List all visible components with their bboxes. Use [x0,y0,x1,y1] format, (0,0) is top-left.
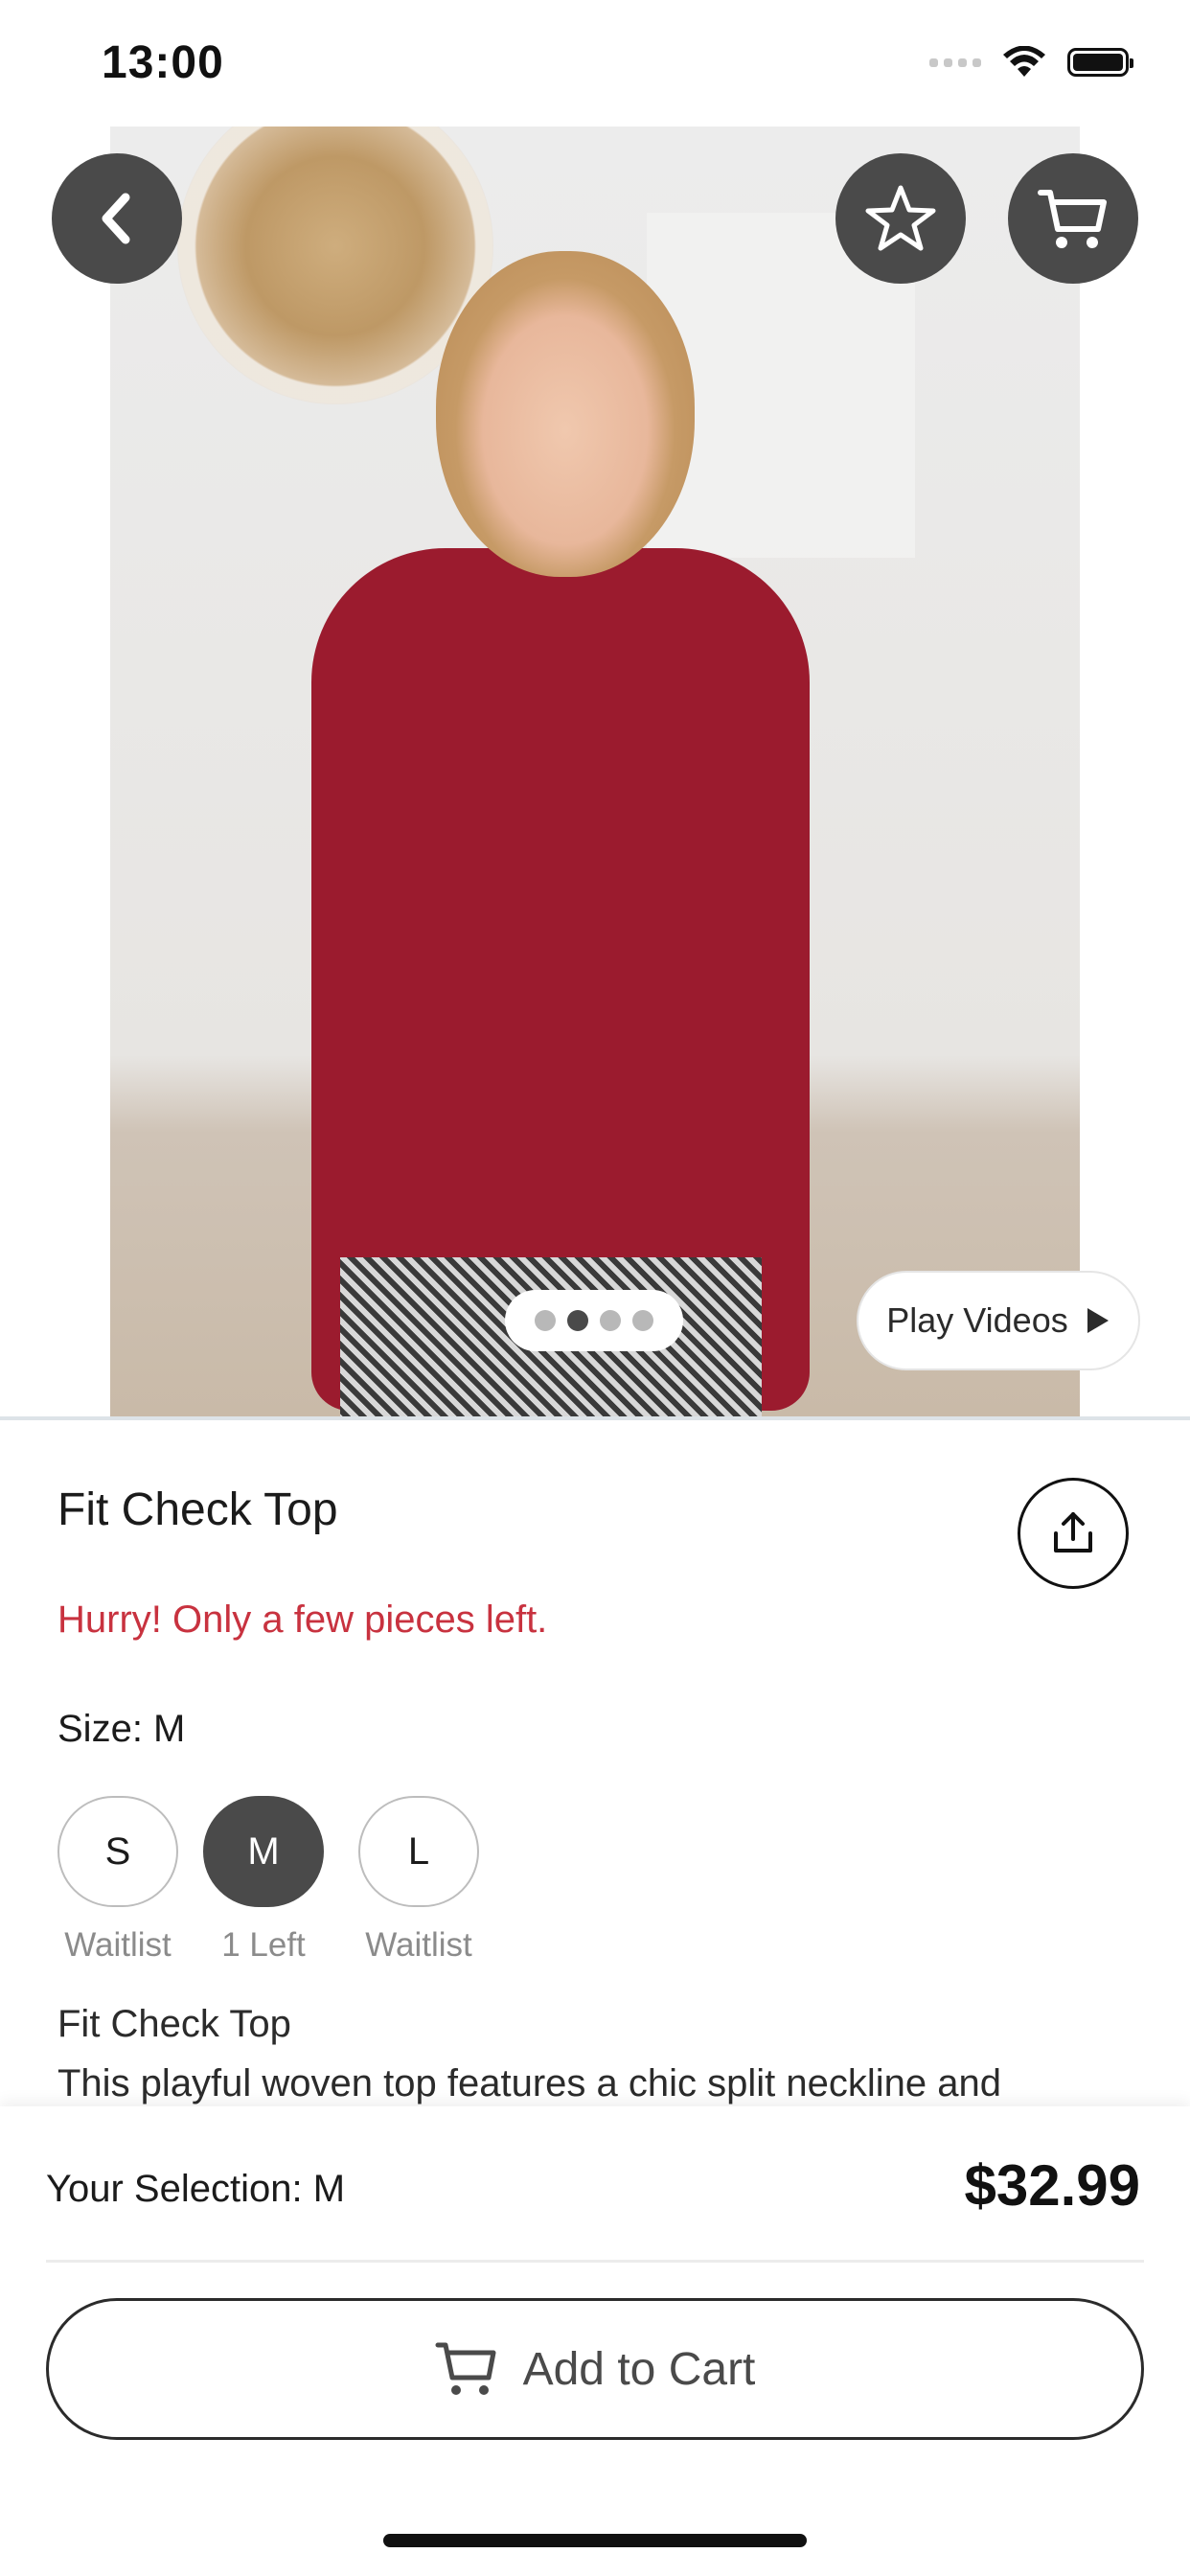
share-icon [1054,1512,1092,1552]
star-icon [865,185,936,251]
wifi-icon [1003,46,1045,77]
your-selection: Your Selection: M [46,2168,346,2210]
cart-icon [435,2342,496,2395]
description-text: This playful woven top features a chic s… [57,2062,1001,2104]
battery-icon [1067,48,1133,77]
home-indicator[interactable] [383,2534,807,2547]
size-note-l: Waitlist [365,1926,472,1964]
add-to-cart-button[interactable]: Add to Cart [46,2298,1144,2440]
play-icon [1087,1308,1109,1333]
stock-warning: Hurry! Only a few pieces left. [57,1598,548,1641]
back-chevron-icon [102,193,130,244]
back-button[interactable] [52,153,182,284]
play-videos-label: Play Videos [886,1300,1068,1340]
size-note-m: 1 Left [221,1926,306,1964]
add-to-cart-label: Add to Cart [522,2343,756,2395]
product-title: Fit Check Top [57,1484,338,1535]
product-image[interactable] [110,126,1080,1416]
status-time: 13:00 [102,37,224,88]
carousel-dot[interactable] [535,1310,556,1331]
price: $32.99 [964,2153,1140,2218]
signal-icon [929,58,981,67]
description-title: Fit Check Top [57,2003,291,2045]
bottom-divider [46,2260,1144,2263]
carousel-dot[interactable] [600,1310,621,1331]
model-head [436,251,695,577]
cart-icon [1038,190,1107,248]
size-option-m[interactable]: M [203,1796,324,1907]
size-label: Size: M [57,1708,186,1750]
share-button[interactable] [1018,1478,1129,1589]
carousel-dot-active[interactable] [567,1310,588,1331]
cart-button[interactable] [1008,153,1138,284]
favorite-button[interactable] [835,153,966,284]
status-icons [929,46,1133,79]
carousel-dot[interactable] [632,1310,653,1331]
play-videos-button[interactable]: Play Videos [857,1271,1140,1370]
carousel-indicator[interactable] [505,1290,683,1351]
hero-divider [0,1416,1190,1420]
size-option-l[interactable]: L [358,1796,479,1907]
size-note-s: Waitlist [64,1926,172,1964]
size-option-s[interactable]: S [57,1796,178,1907]
